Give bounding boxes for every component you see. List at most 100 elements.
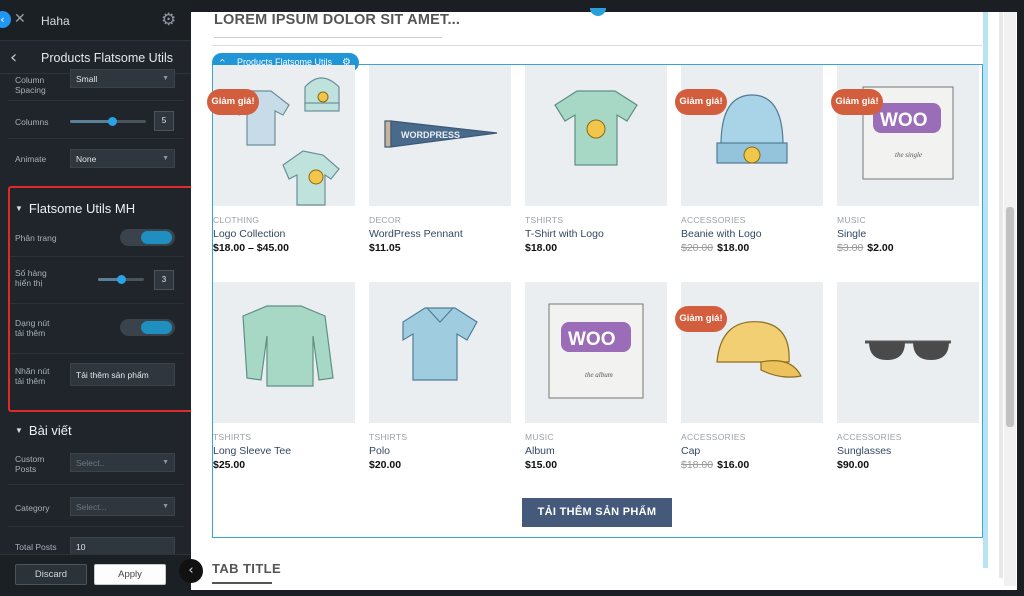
product-name[interactable]: Logo Collection (213, 228, 285, 240)
product-category[interactable]: ACCESSORIES (837, 432, 902, 442)
product-price: $11.05 (369, 242, 401, 254)
product-image[interactable] (837, 282, 979, 423)
product-name[interactable]: T-Shirt with Logo (525, 228, 604, 240)
product-price: $18.00 (525, 242, 557, 254)
old-price: $20.00 (681, 242, 714, 254)
column-spacing-row: Column Spacing Small ▼ (0, 69, 191, 99)
chevron-down-icon: ▼ (162, 503, 169, 510)
product-category[interactable]: ACCESSORIES (681, 432, 746, 442)
animate-label: Animate (15, 154, 47, 164)
product-category[interactable]: TSHIRTS (369, 432, 407, 442)
animate-select[interactable]: None ▼ (70, 149, 175, 168)
product-category[interactable]: DECOR (369, 215, 401, 225)
product-name[interactable]: Single (837, 228, 866, 240)
product-name[interactable]: Cap (681, 445, 700, 457)
product-image[interactable]: WOO the single (837, 65, 979, 206)
current-price: $25.00 (213, 459, 246, 471)
total-posts-input[interactable]: 10 (70, 537, 175, 555)
product-image[interactable]: WORDPRESS (369, 65, 511, 206)
column-spacing-select[interactable]: Small ▼ (70, 69, 175, 88)
columns-label: Columns (15, 117, 49, 127)
sale-badge: Giảm giá! (675, 306, 727, 332)
column-spacing-label: Column Spacing (15, 75, 46, 95)
svg-text:WOO: WOO (880, 110, 928, 131)
animate-row: Animate None ▼ (0, 149, 191, 171)
svg-text:WOO: WOO (568, 329, 616, 350)
apply-button[interactable]: Apply (94, 564, 166, 585)
discard-button[interactable]: Discard (15, 564, 87, 585)
columns-slider[interactable] (70, 117, 146, 126)
product-name[interactable]: Polo (369, 445, 390, 457)
chevron-down-icon: ▼ (162, 459, 169, 466)
toggle-sidebar-button[interactable]: ‹ (179, 559, 203, 583)
divider (8, 100, 184, 101)
close-icon[interactable]: ✕ (14, 11, 26, 27)
current-price: $2.00 (867, 242, 894, 254)
product-image[interactable] (369, 282, 511, 423)
product-image[interactable] (213, 282, 355, 423)
product-price: $18.00 $16.00 (681, 459, 749, 471)
panel-topbar: ✕ Haha ⚙ (0, 0, 191, 41)
lorem-heading: LOREM IPSUM DOLOR SIT AMET... (214, 12, 461, 28)
current-price: $90.00 (837, 459, 870, 471)
category-select[interactable]: Select... ▼ (70, 497, 175, 516)
svg-text:the album: the album (585, 371, 613, 379)
settings-panel: ✕ Haha ⚙ ‹ ‹ Products Flatsome Utils Col… (0, 0, 191, 596)
caret-down-icon: ▼ (15, 426, 23, 435)
product-price: $3.00 $2.00 (837, 242, 894, 254)
back-chevron-icon[interactable]: ‹ (10, 47, 17, 68)
current-price: $15.00 (525, 459, 558, 471)
columns-number[interactable]: 5 (154, 111, 174, 131)
divider (212, 45, 982, 46)
product-category[interactable]: MUSIC (837, 215, 866, 225)
product-category[interactable]: CLOTHING (213, 215, 259, 225)
custom-posts-select[interactable]: Select.. ▼ (70, 453, 175, 472)
columns-row: Columns 5 (0, 110, 191, 134)
product-price: $90.00 (837, 459, 869, 471)
custom-posts-row: Custom Posts Select.. ▼ (0, 452, 191, 476)
product-price: $20.00 $18.00 (681, 242, 749, 254)
category-placeholder: Select... (76, 502, 107, 512)
product-price: $25.00 (213, 459, 245, 471)
clothing-icon (232, 77, 340, 206)
columns-slider-handle[interactable] (107, 117, 117, 126)
product-image[interactable] (681, 282, 823, 423)
product-category[interactable]: TSHIRTS (525, 215, 563, 225)
app-title: Haha (41, 14, 70, 28)
product-name[interactable]: Album (525, 445, 555, 457)
total-posts-label: Total Posts (15, 542, 57, 552)
product-price: $20.00 (369, 459, 401, 471)
product-image[interactable] (213, 65, 355, 206)
product-name[interactable]: WordPress Pennant (369, 228, 463, 240)
section-bai-viet[interactable]: ▼ Bài viết (15, 423, 72, 438)
load-more-button[interactable]: TẢI THÊM SẢN PHẨM (522, 498, 672, 527)
cap-icon (716, 321, 802, 378)
product-category[interactable]: ACCESSORIES (681, 215, 746, 225)
vertical-scrollbar[interactable] (1004, 12, 1016, 586)
gear-icon[interactable]: ⚙ (161, 11, 176, 29)
custom-posts-label: Custom Posts (15, 454, 45, 474)
product-image[interactable] (681, 65, 823, 206)
product-name[interactable]: Sunglasses (837, 445, 891, 457)
sale-badge: Giảm giá! (207, 89, 259, 115)
product-image[interactable] (525, 65, 667, 206)
current-price: $18.00 (717, 242, 750, 254)
divider (8, 526, 184, 527)
current-price: $18.00 – $45.00 (213, 242, 289, 254)
selection-rail (983, 12, 988, 568)
divider (8, 138, 184, 139)
sale-badge: Giảm giá! (675, 89, 727, 115)
product-name[interactable]: Long Sleeve Tee (213, 445, 291, 457)
category-label: Category (15, 503, 50, 513)
column-spacing-value: Small (76, 74, 98, 84)
old-price: $3.00 (837, 242, 864, 254)
pennant-icon: WORDPRESS (384, 120, 498, 148)
category-row: Category Select... ▼ (0, 496, 191, 518)
product-category[interactable]: MUSIC (525, 432, 554, 442)
product-image[interactable]: WOO the album (525, 282, 667, 423)
product-category[interactable]: TSHIRTS (213, 432, 251, 442)
scrollbar-thumb[interactable] (1006, 207, 1014, 427)
polo-icon (402, 307, 478, 381)
product-name[interactable]: Beanie with Logo (681, 228, 762, 240)
tab-title[interactable]: TAB TITLE (212, 561, 281, 576)
